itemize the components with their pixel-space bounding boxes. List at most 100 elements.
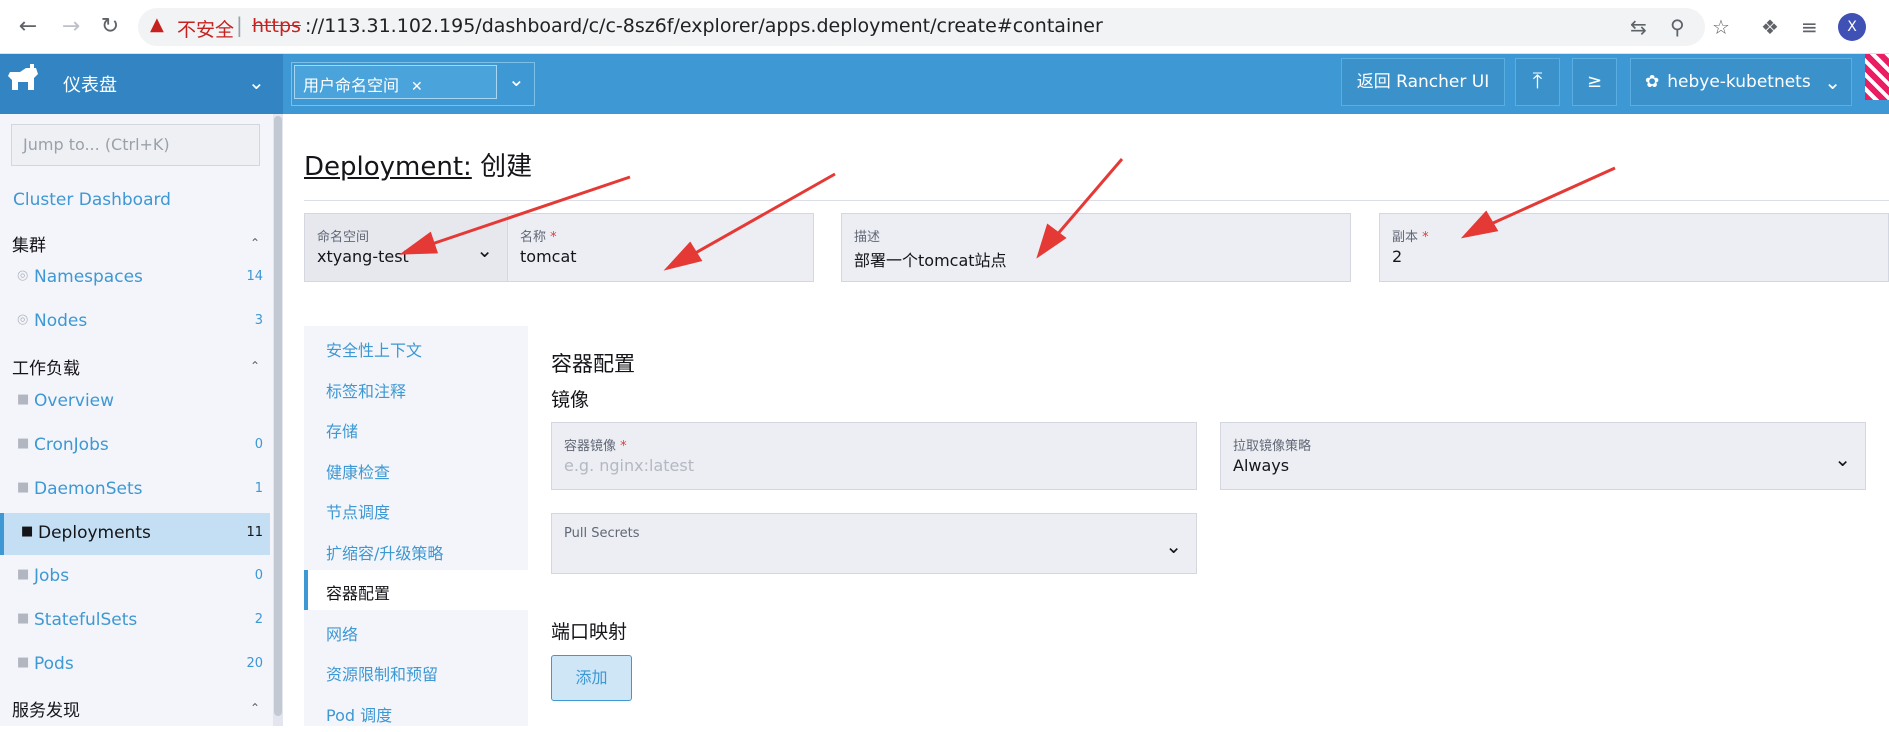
chevron-down-icon[interactable]: ⌄	[476, 238, 493, 262]
namespace-chip[interactable]: 用户命名空间 ✕	[294, 65, 497, 99]
chevron-up-icon[interactable]: ⌃	[250, 701, 260, 715]
cluster-dashboard-link[interactable]: Cluster Dashboard	[13, 190, 171, 210]
tab-node-scheduling[interactable]: 节点调度	[304, 489, 528, 529]
back-to-rancher-button[interactable]: 返回 Rancher UI	[1341, 58, 1505, 106]
cluster-name: hebye-kubetnets	[1667, 72, 1811, 92]
chevron-up-icon[interactable]: ⌃	[250, 236, 260, 250]
tab-health-check[interactable]: 健康检查	[304, 449, 528, 489]
sidebar-item-label: Jobs	[34, 566, 70, 586]
reading-list-icon[interactable]: ≡	[1801, 14, 1818, 40]
chevron-down-icon[interactable]: ⌄	[1834, 447, 1851, 471]
group-service-discovery[interactable]: 服务发现	[12, 696, 80, 721]
url-separator: |	[236, 13, 243, 37]
tab-storage[interactable]: 存储	[304, 408, 528, 448]
namespace-select[interactable]: 命名空间 xtyang-test ⌄	[304, 213, 508, 282]
pull-secrets-select[interactable]: Pull Secrets ⌄	[551, 513, 1197, 574]
chevron-down-icon[interactable]: ⌄	[1165, 534, 1182, 558]
url-text[interactable]: ://113.31.102.195/dashboard/c/c-8sz6f/ex…	[305, 15, 1103, 37]
folder-icon: ■	[17, 611, 30, 626]
extensions-icon[interactable]: ❖	[1761, 14, 1779, 40]
sidebar-item-count: 14	[246, 269, 263, 284]
pull-policy-label: 拉取镜像策略	[1233, 439, 1312, 454]
description-field[interactable]: 描述 部署一个tomcat站点	[841, 213, 1351, 282]
jump-to-input[interactable]: Jump to... (Ctrl+K)	[11, 124, 260, 166]
add-port-button[interactable]: 添加	[551, 655, 632, 701]
namespace-value: xtyang-test	[317, 247, 409, 266]
name-field[interactable]: 名称 * tomcat	[507, 213, 814, 282]
sidebar-item-nodes[interactable]: ◎ Nodes 3	[4, 301, 270, 343]
description-label: 描述	[854, 230, 881, 245]
image-heading: 镜像	[551, 389, 590, 411]
name-label-text: 名称	[520, 230, 547, 245]
sidebar-item-cronjobs[interactable]: ■ CronJobs 0	[4, 425, 270, 467]
close-icon[interactable]: ✕	[411, 79, 423, 95]
tab-resource-limits[interactable]: 资源限制和预留	[304, 651, 528, 691]
group-cluster[interactable]: 集群	[12, 231, 46, 256]
sidebar-item-namespaces[interactable]: ◎ Namespaces 14	[4, 257, 270, 299]
tab-labels-annotations[interactable]: 标签和注释	[304, 368, 528, 408]
url-scheme: https	[252, 15, 301, 37]
forward-arrow-icon[interactable]: →	[57, 13, 85, 41]
bookmark-star-icon[interactable]: ☆	[1712, 14, 1730, 40]
pull-policy-value: Always	[1233, 456, 1290, 475]
globe-icon: ◎	[17, 268, 29, 283]
sidebar-item-label: StatefulSets	[34, 610, 138, 630]
page-title-action: 创建	[480, 152, 533, 182]
container-image-field[interactable]: 容器镜像 * e.g. nginx:latest	[551, 422, 1197, 490]
folder-icon: ■	[17, 436, 30, 451]
sidebar-scroll-thumb[interactable]	[274, 116, 282, 716]
name-value: tomcat	[520, 247, 577, 266]
sidebar-item-count: 2	[254, 612, 263, 627]
folder-icon: ■	[17, 567, 30, 582]
pull-secrets-label: Pull Secrets	[564, 526, 640, 541]
sidebar-item-count: 1	[254, 481, 263, 496]
chevron-up-icon[interactable]: ⌃	[250, 359, 260, 373]
security-warning[interactable]: 不安全	[177, 15, 234, 42]
tab-security-context[interactable]: 安全性上下文	[304, 327, 528, 367]
sidebar-item-label: CronJobs	[34, 435, 109, 455]
replicas-field[interactable]: 副本 * 2	[1379, 213, 1889, 282]
cluster-icon: ✿	[1645, 72, 1660, 92]
name-label: 名称 *	[520, 226, 557, 245]
sidebar-item-statefulsets[interactable]: ■ StatefulSets 2	[4, 600, 270, 642]
chevron-down-icon[interactable]: ⌄	[1824, 59, 1841, 105]
container-image-label-text: 容器镜像	[564, 439, 617, 454]
rancher-logo-icon	[8, 64, 38, 90]
tab-pod-scheduling[interactable]: Pod 调度	[304, 692, 528, 732]
deployment-link[interactable]: Deployment:	[304, 152, 472, 182]
chevron-down-icon[interactable]: ⌄	[508, 67, 525, 91]
back-arrow-icon[interactable]: ←	[14, 13, 42, 41]
sidebar-item-label: Pods	[34, 654, 74, 674]
tab-scaling-upgrade[interactable]: 扩缩容/升级策略	[304, 530, 528, 570]
group-workload[interactable]: 工作负载	[12, 354, 80, 379]
sidebar-item-label: DaemonSets	[34, 479, 143, 499]
pull-policy-select[interactable]: 拉取镜像策略 Always ⌄	[1220, 422, 1866, 490]
sidebar-item-label: Deployments	[38, 523, 151, 543]
tab-network[interactable]: 网络	[304, 611, 528, 651]
translate-icon[interactable]: ⇆	[1630, 14, 1647, 40]
brand-area[interactable]: 仪表盘 ⌄	[0, 54, 283, 114]
tab-container-config[interactable]: 容器配置	[304, 570, 528, 610]
sidebar-item-count: 3	[254, 313, 263, 328]
sidebar-item-overview[interactable]: ■ Overview	[4, 381, 270, 423]
zoom-icon[interactable]: ⚲	[1670, 14, 1685, 40]
user-avatar[interactable]	[1865, 54, 1889, 100]
divider	[304, 200, 1889, 201]
replicas-label: 副本 *	[1392, 226, 1429, 245]
upload-icon[interactable]: ⤒	[1515, 58, 1560, 106]
reload-icon[interactable]: ↻	[96, 13, 124, 41]
description-value: 部署一个tomcat站点	[854, 251, 1007, 270]
sidebar-item-daemonsets[interactable]: ■ DaemonSets 1	[4, 469, 270, 511]
sidebar-item-pods[interactable]: ■ Pods 20	[4, 644, 270, 686]
profile-avatar[interactable]: X	[1838, 13, 1866, 41]
sidebar-item-count: 20	[246, 656, 263, 671]
folder-icon: ■	[17, 480, 30, 495]
chevron-down-icon[interactable]: ⌄	[248, 70, 265, 94]
sidebar-item-deployments[interactable]: ■ Deployments 11	[0, 513, 270, 555]
warning-icon: ▲	[150, 14, 164, 35]
sidebar-item-label: Namespaces	[34, 267, 143, 287]
sidebar-item-jobs[interactable]: ■ Jobs 0	[4, 556, 270, 598]
page-title: Deployment: 创建	[304, 146, 532, 183]
cluster-selector[interactable]: ✿ hebye-kubetnets ⌄	[1630, 58, 1852, 106]
terminal-icon[interactable]: ≥	[1572, 58, 1617, 106]
